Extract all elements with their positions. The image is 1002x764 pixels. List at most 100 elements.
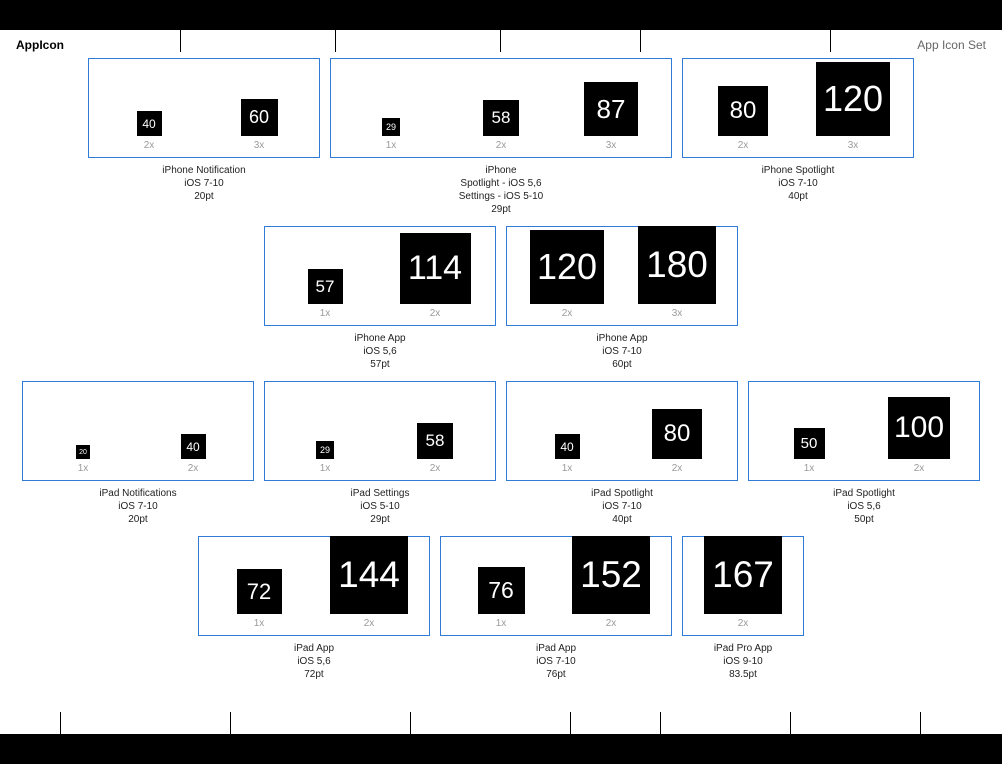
icon-slot[interactable]: 501x bbox=[761, 428, 857, 474]
icon-group[interactable]: 401x802xiPad Spotlight iOS 7-10 40pt bbox=[506, 381, 738, 526]
icon-tile[interactable]: 87 bbox=[584, 82, 638, 136]
scale-label: 1x bbox=[254, 618, 265, 629]
icon-group[interactable]: 201x402xiPad Notifications iOS 7-10 20pt bbox=[22, 381, 254, 526]
icon-tile[interactable]: 60 bbox=[241, 99, 278, 136]
scale-label: 1x bbox=[562, 463, 573, 474]
icon-slot[interactable]: 291x bbox=[277, 441, 373, 474]
icon-tile[interactable]: 120 bbox=[530, 230, 604, 304]
crop-marker-bottom bbox=[570, 712, 571, 764]
scale-label: 2x bbox=[430, 308, 441, 319]
group-caption: iPhone App iOS 5,6 57pt bbox=[354, 332, 405, 371]
selection-box: 802x1203x bbox=[682, 58, 914, 158]
icon-slot[interactable]: 402x bbox=[145, 434, 241, 474]
icon-tile[interactable]: 50 bbox=[794, 428, 825, 459]
icon-slot[interactable]: 402x bbox=[101, 111, 197, 151]
icon-slot[interactable]: 721x bbox=[211, 569, 307, 629]
icon-slot[interactable]: 201x bbox=[35, 445, 131, 474]
icon-tile[interactable]: 29 bbox=[316, 441, 334, 459]
scale-label: 1x bbox=[320, 463, 331, 474]
icon-tile[interactable]: 152 bbox=[572, 536, 650, 614]
icon-tile[interactable]: 40 bbox=[181, 434, 206, 459]
icon-group[interactable]: 761x1522xiPad App iOS 7-10 76pt bbox=[440, 536, 672, 681]
crop-marker-top bbox=[640, 0, 641, 52]
crop-marker-bottom bbox=[920, 712, 921, 764]
group-caption: iPhone Notification iOS 7-10 20pt bbox=[162, 164, 245, 203]
group-caption: iPhone App iOS 7-10 60pt bbox=[596, 332, 647, 371]
icon-tile[interactable]: 167 bbox=[704, 536, 782, 614]
icon-tile[interactable]: 144 bbox=[330, 536, 408, 614]
icon-row: 402x603xiPhone Notification iOS 7-10 20p… bbox=[0, 58, 1002, 216]
scale-label: 1x bbox=[496, 618, 507, 629]
icon-slot[interactable]: 1142x bbox=[387, 233, 483, 319]
icon-tile[interactable]: 58 bbox=[417, 423, 453, 459]
scale-label: 1x bbox=[804, 463, 815, 474]
selection-box: 201x402x bbox=[22, 381, 254, 481]
icon-slot[interactable]: 582x bbox=[453, 100, 549, 151]
icon-slot[interactable]: 1202x bbox=[519, 230, 615, 319]
icon-slot[interactable]: 571x bbox=[277, 269, 373, 319]
icon-group[interactable]: 501x1002xiPad Spotlight iOS 5,6 50pt bbox=[748, 381, 980, 526]
icon-slot[interactable]: 1002x bbox=[871, 397, 967, 474]
scale-label: 3x bbox=[254, 140, 265, 151]
icon-group[interactable]: 1672xiPad Pro App iOS 9-10 83.5pt bbox=[682, 536, 804, 681]
icon-slot[interactable]: 291x bbox=[343, 118, 439, 151]
icon-tile[interactable]: 180 bbox=[638, 226, 716, 304]
group-caption: iPhone Spotlight - iOS 5,6 Settings - iO… bbox=[459, 164, 543, 216]
scale-label: 3x bbox=[606, 140, 617, 151]
scale-label: 1x bbox=[320, 308, 331, 319]
crop-marker-bottom bbox=[660, 712, 661, 764]
icon-tile[interactable]: 29 bbox=[382, 118, 400, 136]
group-caption: iPad Spotlight iOS 5,6 50pt bbox=[833, 487, 895, 526]
crop-marker-top bbox=[830, 0, 831, 52]
icon-tile[interactable]: 58 bbox=[483, 100, 519, 136]
icon-row: 571x1142xiPhone App iOS 5,6 57pt1202x180… bbox=[0, 226, 1002, 371]
icon-slot[interactable]: 802x bbox=[695, 86, 791, 151]
icon-slot[interactable]: 1203x bbox=[805, 62, 901, 151]
selection-box: 571x1142x bbox=[264, 226, 496, 326]
icon-tile[interactable]: 57 bbox=[308, 269, 343, 304]
selection-box: 291x582x873x bbox=[330, 58, 672, 158]
icon-tile[interactable]: 100 bbox=[888, 397, 950, 459]
icon-tile[interactable]: 20 bbox=[76, 445, 90, 459]
icon-tile[interactable]: 76 bbox=[478, 567, 525, 614]
icon-slot[interactable]: 1672x bbox=[695, 536, 791, 629]
icon-group[interactable]: 402x603xiPhone Notification iOS 7-10 20p… bbox=[88, 58, 320, 216]
icon-group[interactable]: 721x1442xiPad App iOS 5,6 72pt bbox=[198, 536, 430, 681]
icon-slot[interactable]: 1803x bbox=[629, 226, 725, 319]
icon-slot[interactable]: 401x bbox=[519, 434, 615, 474]
icon-slot[interactable]: 761x bbox=[453, 567, 549, 629]
selection-box: 501x1002x bbox=[748, 381, 980, 481]
icon-tile[interactable]: 80 bbox=[718, 86, 768, 136]
icon-tile[interactable]: 80 bbox=[652, 409, 702, 459]
bottom-black-bar bbox=[0, 734, 1002, 764]
icon-slot[interactable]: 802x bbox=[629, 409, 725, 474]
icon-slot[interactable]: 1522x bbox=[563, 536, 659, 629]
icon-group[interactable]: 802x1203xiPhone Spotlight iOS 7-10 40pt bbox=[682, 58, 914, 216]
crop-marker-bottom bbox=[410, 712, 411, 764]
scale-label: 2x bbox=[496, 140, 507, 151]
icon-slot[interactable]: 873x bbox=[563, 82, 659, 151]
icon-tile[interactable]: 114 bbox=[400, 233, 471, 304]
icon-tile[interactable]: 120 bbox=[816, 62, 890, 136]
icon-group[interactable]: 1202x1803xiPhone App iOS 7-10 60pt bbox=[506, 226, 738, 371]
scale-label: 3x bbox=[848, 140, 859, 151]
selection-box: 761x1522x bbox=[440, 536, 672, 636]
group-caption: iPhone Spotlight iOS 7-10 40pt bbox=[762, 164, 835, 203]
icon-group[interactable]: 571x1142xiPhone App iOS 5,6 57pt bbox=[264, 226, 496, 371]
icon-slot[interactable]: 1442x bbox=[321, 536, 417, 629]
group-caption: iPad Pro App iOS 9-10 83.5pt bbox=[714, 642, 772, 681]
icon-group[interactable]: 291x582x873xiPhone Spotlight - iOS 5,6 S… bbox=[330, 58, 672, 216]
icon-tile[interactable]: 40 bbox=[555, 434, 580, 459]
icon-group[interactable]: 291x582xiPad Settings iOS 5-10 29pt bbox=[264, 381, 496, 526]
crop-marker-bottom bbox=[230, 712, 231, 764]
icon-tile[interactable]: 72 bbox=[237, 569, 282, 614]
icon-tile[interactable]: 40 bbox=[137, 111, 162, 136]
icon-set-canvas: 402x603xiPhone Notification iOS 7-10 20p… bbox=[0, 30, 1002, 734]
scale-label: 3x bbox=[672, 308, 683, 319]
icon-slot[interactable]: 603x bbox=[211, 99, 307, 151]
group-caption: iPad Notifications iOS 7-10 20pt bbox=[99, 487, 176, 526]
icon-slot[interactable]: 582x bbox=[387, 423, 483, 474]
scale-label: 2x bbox=[738, 618, 749, 629]
scale-label: 1x bbox=[78, 463, 89, 474]
group-caption: iPad App iOS 5,6 72pt bbox=[294, 642, 334, 681]
